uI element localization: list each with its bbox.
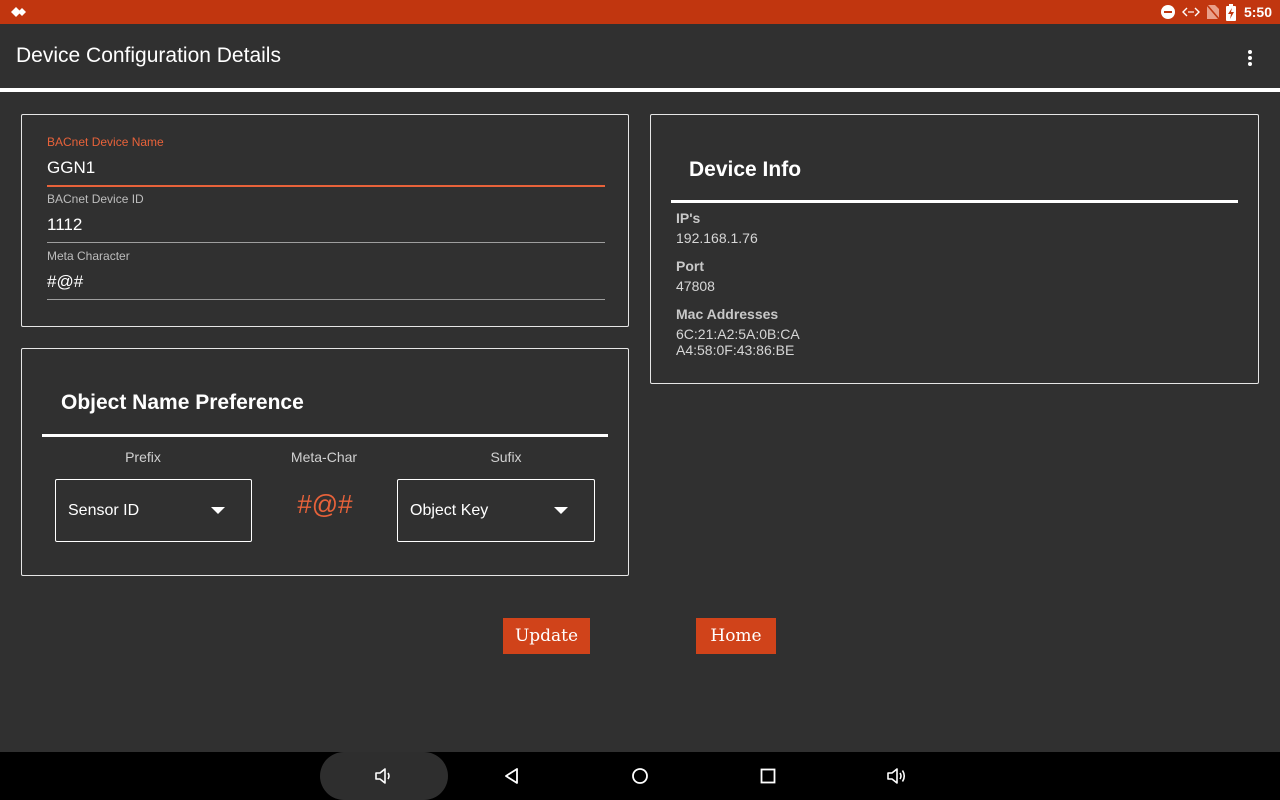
device-config-card: BACnet Device Name GGN1 BACnet Device ID… [21,114,629,327]
suffix-dropdown[interactable]: Object Key [397,479,595,542]
update-button[interactable]: Update [503,618,590,654]
data-saver-icon [1181,7,1200,17]
meta-char-label: Meta-Char [290,449,358,465]
status-bar: 5:50 [0,0,1280,24]
device-name-input[interactable]: GGN1 [47,158,605,180]
device-info-title: Device Info [689,158,802,181]
ip-label: IP's [676,210,701,226]
device-name-field[interactable]: BACnet Device Name GGN1 [47,135,605,187]
suffix-label: Sufix [490,449,522,465]
app-bar: Device Configuration Details [0,24,1280,88]
object-name-title: Object Name Preference [61,391,304,414]
battery-charging-icon [1225,3,1236,21]
suffix-selected: Object Key [410,502,489,519]
app-notification-icon [11,7,26,17]
object-name-card: Object Name Preference Prefix Meta-Char … [21,348,629,576]
caret-down-icon [211,507,225,514]
device-info-divider [671,200,1238,203]
meta-character-label: Meta Character [47,249,130,263]
port-label: Port [676,258,704,274]
caret-down-icon [554,507,568,514]
device-id-field[interactable]: BACnet Device ID 1112 [47,192,605,243]
more-vert-icon[interactable] [1236,46,1264,70]
prefix-dropdown[interactable]: Sensor ID [55,479,252,542]
no-sim-icon [1206,4,1220,20]
volume-down-icon[interactable] [371,764,395,788]
port-value: 47808 [676,278,715,294]
mac-label: Mac Addresses [676,306,779,322]
app-bar-divider [0,88,1280,92]
device-name-label: BACnet Device Name [47,135,164,149]
device-id-label: BACnet Device ID [47,192,144,206]
page-title: Device Configuration Details [16,44,281,67]
device-id-input[interactable]: 1112 [47,215,605,237]
prefix-selected: Sensor ID [68,502,140,519]
prefix-label: Prefix [125,449,161,465]
object-name-divider [42,434,608,437]
navigation-bar [0,752,1280,800]
meta-char-value: #@# [297,489,353,519]
device-info-card: Device Info IP's 192.168.1.76 Port 47808… [650,114,1259,384]
home-icon[interactable] [628,764,652,788]
status-time: 5:50 [1243,4,1272,20]
meta-character-input[interactable]: #@# [47,272,605,294]
volume-up-icon[interactable] [884,764,908,788]
back-icon[interactable] [500,764,524,788]
device-id-underline [47,242,605,243]
recents-icon[interactable] [756,764,780,788]
device-name-underline [47,185,605,187]
home-button[interactable]: Home [696,618,776,654]
meta-character-field[interactable]: Meta Character #@# [47,249,605,300]
ip-value: 192.168.1.76 [676,230,758,246]
do-not-disturb-icon [1160,5,1175,19]
meta-character-underline [47,299,605,300]
mac-value: A4:58:0F:43:86:BE [676,342,795,358]
mac-value: 6C:21:A2:5A:0B:CA [676,326,800,342]
